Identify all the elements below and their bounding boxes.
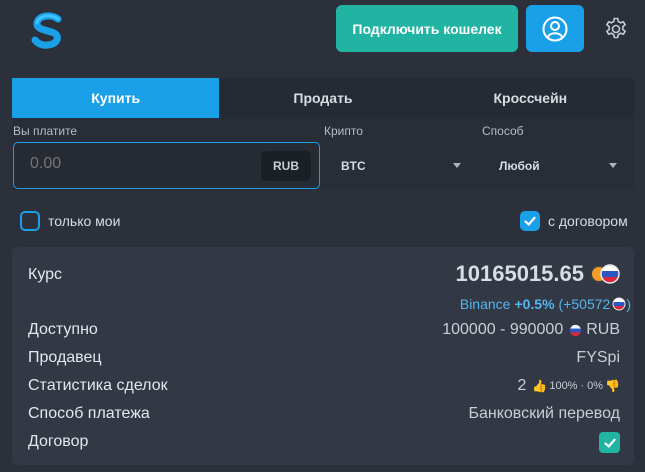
contract-label: Договор bbox=[28, 433, 89, 450]
payment-method-value: Банковский перевод bbox=[468, 405, 620, 422]
stats-label: Статистика сделок bbox=[28, 377, 168, 394]
tab-crosschain[interactable]: Кроссчейн bbox=[427, 78, 634, 118]
rub-flag-icon bbox=[612, 297, 626, 311]
rate-value-group: 10165015.65 bbox=[456, 261, 620, 287]
method-select[interactable]: Любой bbox=[499, 150, 624, 182]
method-select-value: Любой bbox=[499, 159, 540, 173]
pay-label: Вы платите bbox=[13, 124, 78, 138]
user-icon bbox=[542, 16, 568, 41]
chevron-down-icon[interactable] bbox=[609, 163, 617, 168]
crypto-label: Крипто bbox=[324, 124, 363, 138]
stats-negative: 0% bbox=[587, 380, 604, 392]
coin-rub-icon bbox=[590, 264, 620, 284]
binance-close-paren: ) bbox=[626, 296, 631, 312]
only-mine-checkbox[interactable]: только мои bbox=[20, 208, 120, 234]
with-contract-checkbox[interactable]: с договором bbox=[520, 208, 628, 234]
method-label: Способ bbox=[482, 124, 524, 138]
binance-delta-value: (+50572 bbox=[558, 296, 611, 312]
tab-sell[interactable]: Продать bbox=[219, 78, 426, 118]
stats-value-group: 2 👍 100% · 0% 👎 bbox=[517, 377, 620, 395]
binance-source: Binance bbox=[459, 296, 511, 312]
available-range: 100000 - 990000 bbox=[442, 321, 564, 338]
only-mine-label: только мои bbox=[48, 213, 121, 229]
header: Подключить кошелек bbox=[0, 0, 645, 60]
trade-tabs: Купить Продать Кроссчейн bbox=[12, 78, 634, 118]
connect-wallet-button[interactable]: Подключить кошелек bbox=[336, 5, 518, 52]
payment-method-label: Способ платежа bbox=[28, 405, 150, 422]
checkbox-checked-icon[interactable] bbox=[520, 211, 540, 231]
crypto-select-value: BTC bbox=[341, 159, 366, 173]
chevron-down-icon[interactable] bbox=[453, 163, 461, 168]
binance-delta-percent: +0.5% bbox=[514, 296, 555, 312]
checkbox-unchecked-icon[interactable] bbox=[20, 211, 40, 231]
contract-check-icon bbox=[599, 432, 620, 453]
thumbs-up-icon: 👍 bbox=[532, 379, 548, 393]
amount-field: RUB bbox=[13, 142, 320, 189]
crypto-select[interactable]: BTC bbox=[341, 150, 466, 182]
gear-icon[interactable] bbox=[603, 16, 629, 42]
rate-value: 10165015.65 bbox=[455, 261, 584, 286]
available-label: Доступно bbox=[28, 321, 98, 338]
user-button[interactable] bbox=[526, 5, 584, 52]
seller-label: Продавец bbox=[28, 349, 102, 366]
binance-rate-line: Binance +0.5% (+50572 ) bbox=[460, 296, 631, 312]
stats-positive: 100% bbox=[549, 380, 578, 392]
amount-input[interactable] bbox=[30, 155, 230, 173]
tab-buy[interactable]: Купить bbox=[12, 78, 220, 118]
rub-flag-icon bbox=[570, 324, 582, 336]
thumbs-down-icon: 👎 bbox=[605, 379, 620, 393]
amount-currency-chip[interactable]: RUB bbox=[261, 151, 311, 181]
available-value-group: 100000 - 990000 RUB bbox=[442, 321, 620, 339]
seller-value[interactable]: FYSpi bbox=[576, 349, 620, 367]
stats-count: 2 bbox=[517, 377, 527, 394]
stats-separator: · bbox=[580, 380, 585, 392]
available-currency: RUB bbox=[586, 321, 620, 338]
with-contract-label: с договором bbox=[548, 213, 628, 229]
s-logo-icon[interactable] bbox=[28, 10, 68, 50]
rate-label: Курс bbox=[28, 266, 63, 283]
